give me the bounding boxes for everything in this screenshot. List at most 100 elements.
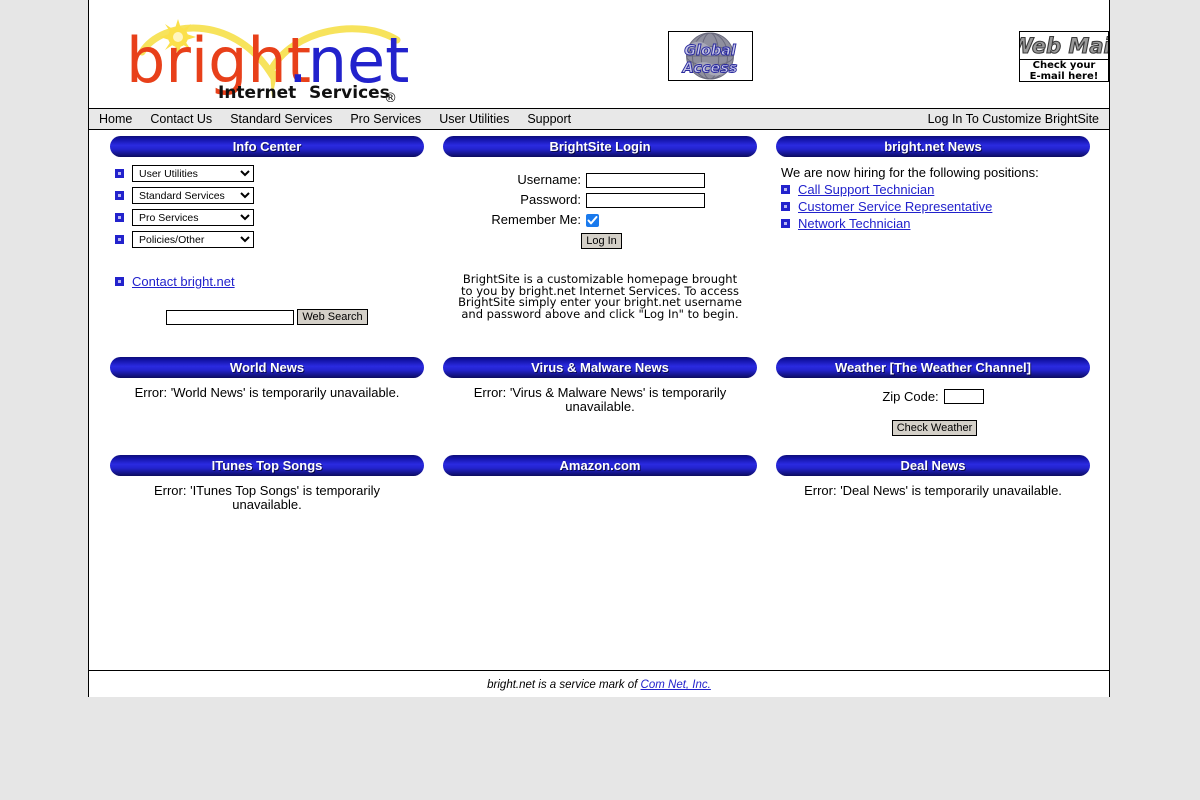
- contact-brightnet-link[interactable]: Contact bright.net: [132, 274, 235, 289]
- news-link[interactable]: Network Technician: [798, 216, 910, 231]
- panel-brightnet-news: bright.net News We are now hiring for th…: [776, 136, 1090, 233]
- bullet-icon: [115, 277, 124, 286]
- check-weather-row: Check Weather: [776, 418, 1090, 436]
- panel-brightsite-login: BrightSite Login Username: Password: Rem…: [443, 136, 757, 320]
- check-weather-button[interactable]: Check Weather: [891, 420, 978, 436]
- remember-me-checkbox[interactable]: [586, 214, 599, 228]
- navbar-links: Home Contact Us Standard Services Pro Se…: [99, 109, 589, 129]
- svg-text:®: ®: [384, 91, 397, 102]
- panel-amazon: Amazon.com: [443, 455, 757, 484]
- webmail-sub-line2: E-mail here!: [1029, 70, 1099, 82]
- masthead: bright .net Internet Services ® Global A…: [89, 0, 1109, 108]
- info-center-row-pro-services: Pro Services: [110, 209, 424, 226]
- remember-me-label: Remember Me:: [491, 212, 581, 228]
- username-input[interactable]: [586, 172, 705, 188]
- select-pro-services[interactable]: Pro Services: [132, 209, 254, 226]
- footer: bright.net is a service mark of Com Net,…: [89, 671, 1109, 697]
- news-item-customer-service-representative: Customer Service Representative: [776, 199, 1090, 214]
- deal-news-error: Error: 'Deal News' is temporarily unavai…: [804, 483, 1062, 498]
- webmail-subtitle: Check your E-mail here!: [1020, 60, 1108, 82]
- brightnet-news-body: We are now hiring for the following posi…: [776, 157, 1090, 231]
- panel-virus-malware-news: Virus & Malware News Error: 'Virus & Mal…: [443, 357, 757, 414]
- zip-code-label: Zip Code:: [882, 389, 939, 404]
- news-link[interactable]: Call Support Technician: [798, 182, 934, 197]
- bullet-icon: [115, 191, 124, 200]
- panel-itunes-top-songs: ITunes Top Songs Error: 'ITunes Top Song…: [110, 455, 424, 512]
- brightsite-login-body: Username: Password: Remember Me: Log In …: [443, 157, 757, 320]
- contact-row: Contact bright.net: [110, 274, 424, 289]
- navbar-login-area: Log In To Customize BrightSite: [928, 109, 1099, 129]
- login-button[interactable]: Log In: [581, 233, 622, 250]
- nav-item-support[interactable]: Support: [527, 112, 571, 126]
- nav-item-pro-services[interactable]: Pro Services: [350, 112, 421, 126]
- amazon-error: [443, 476, 757, 484]
- panel-title-info-center: Info Center: [110, 136, 424, 157]
- panel-world-news: World News Error: 'World News' is tempor…: [110, 357, 424, 400]
- username-row: Username:: [443, 171, 757, 188]
- web-search-input[interactable]: [166, 309, 295, 325]
- panel-deal-news: Deal News Error: 'Deal News' is temporar…: [776, 455, 1090, 498]
- news-item-network-technician: Network Technician: [776, 216, 1090, 231]
- brightnet-logo[interactable]: bright .net Internet Services ®: [112, 10, 422, 102]
- news-item-call-support-technician: Call Support Technician: [776, 182, 1090, 197]
- global-access-badge[interactable]: Global Access: [668, 31, 753, 81]
- news-link[interactable]: Customer Service Representative: [798, 199, 992, 214]
- panel-info-center: Info Center User Utilities Standard Serv…: [110, 136, 424, 325]
- bullet-icon: [781, 202, 790, 211]
- username-label: Username:: [517, 171, 581, 187]
- nav-item-user-utilities[interactable]: User Utilities: [439, 112, 509, 126]
- panel-title-brightnet-news: bright.net News: [776, 136, 1090, 157]
- web-search-row: Web Search: [110, 309, 424, 325]
- info-center-row-policies-other: Policies/Other: [110, 231, 424, 248]
- info-center-body: User Utilities Standard Services Pro Ser…: [110, 157, 424, 325]
- page-container: bright .net Internet Services ® Global A…: [88, 0, 1110, 697]
- webmail-title-area: Web Mail: [1020, 32, 1108, 60]
- zip-code-row: Zip Code:: [776, 389, 1090, 404]
- comnet-link[interactable]: Com Net, Inc.: [641, 679, 711, 691]
- world-news-error: Error: 'World News' is temporarily unava…: [134, 385, 400, 400]
- brightsite-description: BrightSite is a customizable homepage br…: [443, 274, 757, 320]
- select-policies-other[interactable]: Policies/Other: [132, 231, 254, 248]
- password-row: Password:: [443, 192, 757, 208]
- nav-login-customize-link[interactable]: Log In To Customize BrightSite: [928, 112, 1099, 126]
- nav-item-contact-us[interactable]: Contact Us: [150, 112, 212, 126]
- global-access-line2: Access: [682, 60, 738, 76]
- main-navbar: Home Contact Us Standard Services Pro Se…: [89, 108, 1109, 130]
- info-center-row-standard-services: Standard Services: [110, 187, 424, 204]
- bullet-icon: [781, 219, 790, 228]
- bullet-icon: [115, 235, 124, 244]
- content-area: Info Center User Utilities Standard Serv…: [89, 130, 1109, 670]
- panel-title-deal-news: Deal News: [776, 455, 1090, 476]
- global-access-line1: Global: [684, 43, 737, 59]
- news-intro-text: We are now hiring for the following posi…: [781, 165, 1039, 180]
- zip-code-input[interactable]: [943, 389, 984, 404]
- blurb-line-4: and password above and click "Log In" to…: [461, 306, 739, 321]
- web-search-button[interactable]: Web Search: [297, 309, 368, 325]
- panel-title-world-news: World News: [110, 357, 424, 378]
- webmail-badge[interactable]: Web Mail Check your E-mail here!: [1019, 31, 1109, 82]
- webmail-title: Web Mail: [1020, 34, 1108, 58]
- password-input[interactable]: [586, 193, 705, 208]
- panel-title-weather: Weather [The Weather Channel]: [776, 357, 1090, 378]
- svg-text:Services: Services: [309, 83, 390, 102]
- select-standard-services[interactable]: Standard Services: [132, 187, 254, 204]
- checkmark-icon: [587, 216, 598, 225]
- nav-item-home[interactable]: Home: [99, 112, 132, 126]
- bullet-icon: [781, 185, 790, 194]
- select-user-utilities[interactable]: User Utilities: [132, 165, 254, 182]
- virus-malware-news-error: Error: 'Virus & Malware News' is tempora…: [473, 385, 727, 414]
- panel-title-brightsite-login: BrightSite Login: [443, 136, 757, 157]
- nav-item-standard-services[interactable]: Standard Services: [230, 112, 332, 126]
- login-form: Username: Password: Remember Me: Log In: [443, 171, 757, 250]
- bullet-icon: [115, 169, 124, 178]
- password-label: Password:: [520, 192, 581, 208]
- panel-weather: Weather [The Weather Channel] Zip Code: …: [776, 357, 1090, 436]
- login-button-row: Log In: [443, 232, 757, 250]
- panel-title-amazon: Amazon.com: [443, 455, 757, 476]
- remember-me-row: Remember Me:: [443, 212, 757, 228]
- panel-title-virus-malware-news: Virus & Malware News: [443, 357, 757, 378]
- panel-title-itunes-top-songs: ITunes Top Songs: [110, 455, 424, 476]
- info-center-row-user-utilities: User Utilities: [110, 165, 424, 182]
- svg-text:Internet: Internet: [218, 83, 296, 102]
- webmail-sub-line1: Check your: [1032, 60, 1096, 71]
